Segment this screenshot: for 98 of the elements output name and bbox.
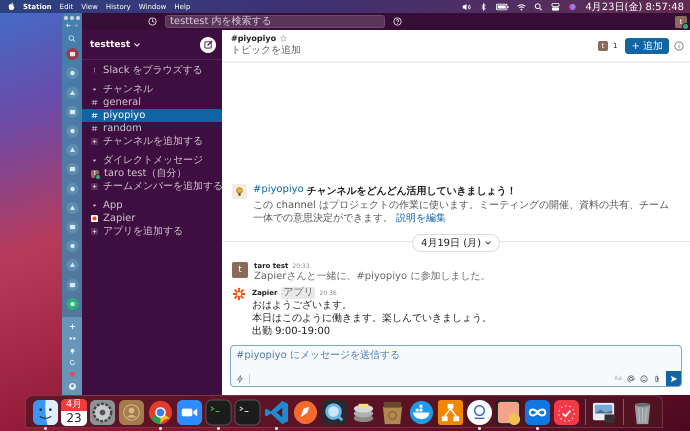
pen-nib-icon[interactable] [292, 399, 319, 426]
section-title[interactable]: チャンネル [103, 84, 153, 96]
toggle-icon[interactable] [551, 2, 560, 10]
caret-icon[interactable] [134, 42, 140, 46]
message-text: おはようございます。 [252, 299, 353, 312]
user-avatar[interactable]: t [232, 262, 248, 278]
add-button[interactable]: + 追加 [625, 38, 669, 54]
star-icon[interactable] [280, 35, 288, 42]
orb-icon[interactable] [568, 2, 578, 10]
hash-icon [91, 112, 98, 119]
diagram-icon[interactable] [437, 399, 464, 426]
workspace-name[interactable]: testtest [90, 40, 130, 50]
app-icon[interactable] [66, 278, 78, 291]
info-icon[interactable] [674, 40, 684, 50]
caret-icon[interactable] [91, 202, 98, 209]
gallery-icon[interactable] [495, 399, 522, 426]
edit-description-link[interactable]: 説明を編集 [396, 213, 446, 224]
app-icon[interactable] [66, 67, 78, 80]
emoji-icon[interactable] [640, 374, 648, 382]
app-icon[interactable] [66, 298, 78, 310]
face-window-icon[interactable] [32, 399, 59, 426]
asterisk-logo-icon[interactable] [232, 287, 246, 301]
send-icon [670, 374, 678, 382]
app-badge: アプリ [281, 287, 316, 299]
sidebar-item[interactable]: piyopiyo [82, 109, 222, 122]
infinity-icon[interactable] [524, 399, 551, 426]
app-icon[interactable] [66, 240, 78, 252]
message-text: Zapierさんと一緒に、#piyopiyo に参加しました。 [254, 270, 490, 283]
magnifier-icon[interactable] [321, 399, 348, 426]
bluetooth-icon[interactable] [479, 2, 488, 10]
app-icon[interactable] [66, 86, 78, 99]
mention-icon[interactable] [627, 374, 635, 382]
lightning-icon[interactable] [236, 374, 244, 382]
profile-icon[interactable] [68, 383, 76, 390]
channel-name: #piyopiyo [231, 34, 276, 43]
app-icon[interactable] [66, 125, 78, 138]
app-icon[interactable] [66, 48, 78, 60]
message-text: 出勤 9:00-19:00 [252, 325, 332, 338]
caret-icon[interactable] [91, 86, 98, 93]
sidebar-item[interactable]: チームメンバーを追加する [82, 180, 222, 193]
dots-icon[interactable] [68, 335, 76, 342]
date-pill[interactable]: 4月19日 (月) [412, 234, 500, 252]
search-icon[interactable] [534, 2, 544, 10]
app-icon[interactable] [66, 202, 78, 214]
caret-icon [485, 241, 492, 245]
paperclip-icon[interactable] [653, 374, 661, 382]
app-icon[interactable] [66, 259, 78, 272]
calendar-icon[interactable]: 4月 23 [61, 399, 87, 426]
plus-icon[interactable] [68, 323, 76, 330]
hash-icon [91, 99, 98, 106]
browse-link[interactable]: Slack をブラウズする [103, 64, 203, 76]
lightbulb-icon [232, 184, 247, 199]
code-editor-icon[interactable] [263, 399, 290, 426]
refresh-icon[interactable] [68, 359, 76, 366]
browser-icon[interactable] [147, 399, 174, 426]
compose-icon [204, 40, 212, 49]
whale-icon[interactable] [408, 399, 435, 426]
app-icon[interactable] [66, 182, 78, 195]
help-icon[interactable] [393, 17, 402, 26]
bell-icon[interactable] [68, 347, 76, 354]
app-icon[interactable] [66, 163, 78, 176]
plus-icon [91, 138, 98, 145]
channel-link[interactable]: #piyopiyo [253, 184, 304, 198]
sidebar-item[interactable]: random [82, 122, 222, 135]
message-text: 本日はこのように働きます。楽しんでいきましょう。 [252, 312, 492, 325]
sidebar-item[interactable]: アプリを追加する [82, 225, 222, 238]
contact-card-icon[interactable] [118, 399, 145, 426]
back-forward-icon[interactable] [65, 23, 79, 28]
channel-description: この channel はプロジェクトの作業に使います。ミーティングの開催、資料の共有、チーム一体での意思決定ができます。 説明を編集 [253, 199, 670, 225]
caret-icon[interactable] [91, 157, 98, 164]
app-logo-icon [91, 215, 98, 222]
vertical-dots-icon [91, 67, 98, 74]
apple-icon[interactable] [8, 2, 15, 11]
volume-icon[interactable] [462, 2, 472, 10]
clock-icon[interactable] [553, 399, 580, 426]
ring-icon[interactable] [466, 399, 493, 426]
hash-icon [91, 125, 98, 132]
send-button[interactable] [666, 371, 681, 386]
search-field[interactable]: testtest 内を検索する [165, 15, 385, 28]
plus-icon [91, 183, 98, 190]
sidebar-item[interactable]: チャンネルを追加する [82, 135, 222, 148]
compose-button[interactable] [200, 36, 216, 52]
battery-icon[interactable] [496, 2, 510, 10]
history-icon[interactable] [148, 17, 157, 26]
menu-clock[interactable]: 4月23日(金) 8:57:48 [585, 0, 684, 14]
sidebar-item[interactable]: Zapier [82, 212, 222, 225]
sidebar-item[interactable]: general [82, 96, 222, 109]
plus-icon [91, 228, 98, 235]
section-title[interactable]: ダイレクトメッセージ [103, 154, 203, 166]
add-topic-link[interactable]: トピックを追加 [231, 43, 301, 57]
section-title[interactable]: App [103, 200, 123, 212]
gear-icon[interactable] [89, 399, 116, 426]
video-camera-icon[interactable] [176, 399, 203, 426]
wifi-icon[interactable] [517, 2, 526, 10]
app-icon[interactable] [66, 106, 78, 118]
app-icon[interactable] [66, 144, 78, 156]
intro-title: チャンネルをどんどん活用していきましょう！ [306, 184, 517, 198]
app-icon[interactable] [66, 221, 78, 234]
